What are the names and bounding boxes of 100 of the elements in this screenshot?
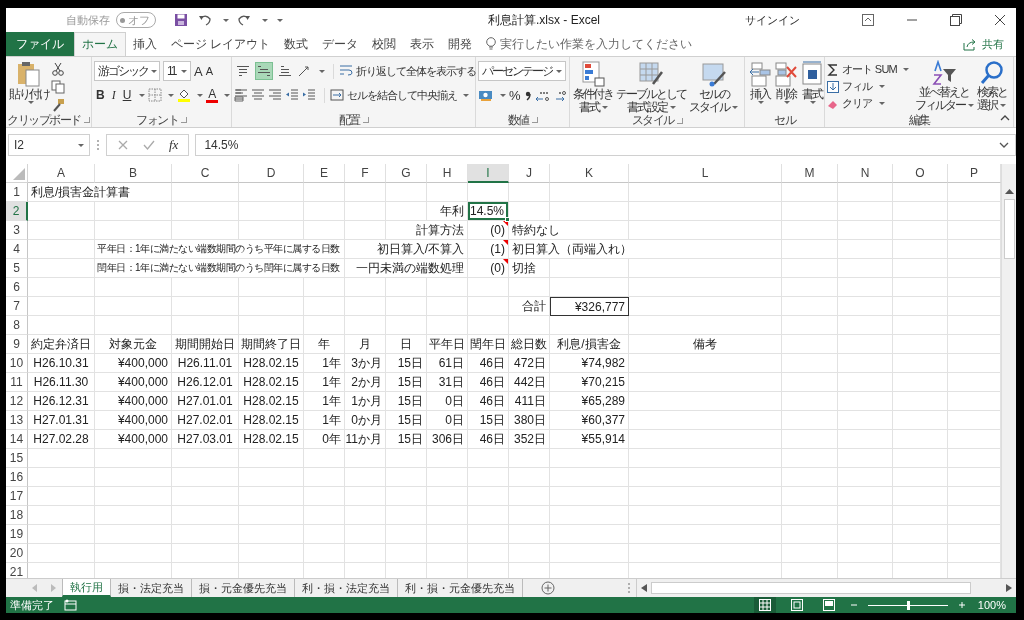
caret-icon[interactable] <box>319 69 325 73</box>
ribbon-tab[interactable]: データ <box>315 32 366 56</box>
zoom-level[interactable]: 100% <box>977 599 1006 611</box>
underline-button[interactable]: U <box>120 88 134 102</box>
ribbon-tab[interactable]: 開発 <box>441 32 480 56</box>
redo-icon[interactable] <box>237 13 251 27</box>
column-header[interactable]: I <box>468 164 509 183</box>
share-icon[interactable] <box>963 37 977 51</box>
restore-icon[interactable] <box>950 14 962 26</box>
caret-icon <box>878 85 885 88</box>
slider-thumb[interactable] <box>906 600 910 610</box>
more-icon <box>96 139 100 151</box>
zoom-in-icon[interactable] <box>957 601 966 609</box>
caret-icon[interactable] <box>168 93 175 97</box>
ribbon-tab[interactable]: 数式 <box>277 32 316 56</box>
autosum-button[interactable]: オート SUM <box>827 62 909 77</box>
view-button[interactable] <box>753 597 776 613</box>
share-button[interactable]: 共有 <box>982 32 1004 56</box>
find-select-button[interactable]: 検索と 選択 <box>975 60 1008 112</box>
macro-record-icon[interactable] <box>64 599 78 611</box>
vertical-scrollbar[interactable] <box>1001 164 1016 578</box>
launcher-icon[interactable] <box>83 117 90 123</box>
decrease-indent-icon[interactable] <box>285 89 299 101</box>
ribbon-tab[interactable]: 校閲 <box>365 32 404 56</box>
scroll-thumb[interactable] <box>651 582 971 594</box>
search-icon <box>978 60 1005 86</box>
caret-icon[interactable] <box>262 18 268 22</box>
ribbon-tab[interactable]: 表示 <box>403 32 442 56</box>
fill-button[interactable]: フィル <box>827 79 885 94</box>
sort-filter-button[interactable]: 並べ替えと フィルター <box>913 60 975 112</box>
zoom-out-icon[interactable] <box>849 601 858 609</box>
merge-center-button[interactable]: セルを結合して中央揃え <box>324 87 469 103</box>
italic-button[interactable]: I <box>109 87 118 103</box>
align-button[interactable] <box>255 62 273 80</box>
insert-function-button[interactable]: fx <box>169 137 179 153</box>
sheet-tab[interactable]: 執行用 <box>62 579 111 597</box>
font-color-button[interactable]: A <box>206 87 219 103</box>
group-label: 編集 <box>908 111 930 129</box>
increase-indent-icon[interactable] <box>302 89 316 101</box>
launcher-icon[interactable] <box>362 117 369 123</box>
fill-color-icon[interactable] <box>177 88 192 102</box>
currency-icon[interactable] <box>478 88 494 102</box>
style-button[interactable]: テーブルとして 書式設定 <box>615 60 687 114</box>
caret-icon[interactable] <box>197 93 204 97</box>
caret-icon[interactable] <box>500 93 506 97</box>
ribbon-options-icon[interactable] <box>862 14 874 26</box>
copy-icon[interactable] <box>51 80 65 94</box>
collapse-ribbon-icon[interactable] <box>1000 114 1010 122</box>
ribbon-tab[interactable]: 挿入 <box>126 32 164 56</box>
sigma-icon <box>827 63 839 76</box>
cells-button[interactable]: 削除 <box>773 60 798 104</box>
grow-font-button[interactable]: A <box>194 63 203 79</box>
style-button[interactable]: セルの スタイル <box>688 60 739 114</box>
caret-icon <box>556 69 562 73</box>
sign-in-link[interactable]: サインイン <box>745 12 800 28</box>
fill-handle[interactable] <box>505 217 510 222</box>
name-box[interactable]: I2 <box>8 134 90 156</box>
close-icon[interactable] <box>994 14 1006 26</box>
launcher-icon[interactable] <box>676 117 683 124</box>
wrap-text-button[interactable]: 折り返して全体を表示する <box>333 63 476 79</box>
row-header[interactable]: 2 <box>6 202 28 221</box>
ribbon-tab[interactable]: ファイル <box>6 32 74 56</box>
shrink-font-button[interactable]: A <box>205 65 213 77</box>
caret-icon[interactable] <box>224 93 231 97</box>
caret-icon[interactable] <box>139 93 146 97</box>
add-sheet-icon[interactable] <box>541 581 555 595</box>
scissors-icon[interactable] <box>51 62 65 76</box>
cells-button[interactable]: 挿入 <box>747 60 772 104</box>
ribbon-tab[interactable]: ページ レイアウト <box>164 32 278 56</box>
launcher-icon[interactable] <box>181 117 187 123</box>
scroll-thumb[interactable] <box>1003 199 1015 259</box>
comma-style-icon[interactable] <box>523 89 532 101</box>
bold-button[interactable]: B <box>94 88 107 102</box>
group-label: セル <box>774 111 795 129</box>
font-name-dropdown[interactable]: 游ゴシック <box>94 61 160 81</box>
launcher-icon[interactable] <box>531 117 538 123</box>
scroll-right-icon[interactable] <box>1006 584 1012 592</box>
caret-icon[interactable] <box>223 18 229 22</box>
undo-icon[interactable] <box>198 13 212 27</box>
clear-button[interactable]: クリア <box>827 96 885 111</box>
clipboard-icon <box>16 60 42 88</box>
percent-button[interactable]: % <box>509 87 521 103</box>
ribbon-tab[interactable]: ホーム <box>74 32 126 56</box>
font-size-dropdown[interactable]: 11 <box>163 61 191 81</box>
expand-icon[interactable] <box>999 141 1009 149</box>
customize-caret-icon[interactable] <box>277 18 283 22</box>
format-painter-icon[interactable] <box>51 98 65 112</box>
scroll-up-icon[interactable] <box>1004 188 1014 194</box>
save-icon[interactable] <box>174 13 188 27</box>
cells-button[interactable]: 書式 <box>799 60 824 104</box>
tell-me-field[interactable]: 実行したい作業を入力してください <box>500 32 716 56</box>
check-icon[interactable] <box>143 139 155 151</box>
style-button[interactable]: 条件付き 書式 <box>572 60 614 114</box>
paste-button[interactable]: 貼り付け <box>8 60 50 104</box>
number-format-dropdown[interactable]: パーセンテージ <box>478 61 566 81</box>
fill-down-icon <box>827 80 839 93</box>
caret-icon <box>181 69 187 73</box>
cell-styles-icon <box>699 60 728 88</box>
formula-field[interactable]: 14.5% <box>195 134 1016 156</box>
scroll-left-icon[interactable] <box>641 584 647 592</box>
